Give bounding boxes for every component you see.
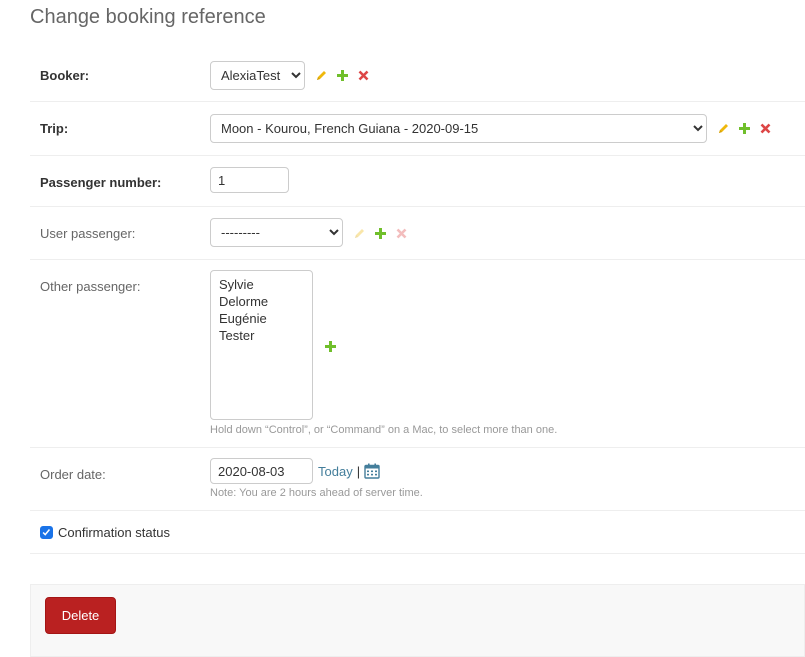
order-date-input[interactable] [210, 458, 313, 484]
user-passenger-related-actions [353, 227, 408, 240]
order-date-label: Order date: [40, 467, 106, 482]
other-passenger-option[interactable]: Eugénie Tester [219, 310, 304, 344]
plus-icon[interactable] [374, 227, 387, 240]
delete-x-icon[interactable] [759, 122, 772, 135]
pencil-icon[interactable] [315, 69, 328, 82]
pencil-icon[interactable] [717, 122, 730, 135]
other-passenger-related-actions [324, 340, 337, 353]
form-row-confirmation-status: Confirmation status [30, 511, 805, 554]
pencil-icon [353, 227, 366, 240]
trip-select[interactable]: Moon - Kourou, French Guiana - 2020-09-1… [210, 114, 707, 143]
date-shortcuts: Today | [318, 463, 380, 479]
passenger-number-label: Passenger number: [40, 175, 162, 190]
booker-label: Booker: [40, 68, 90, 83]
trip-related-actions [717, 122, 772, 135]
confirmation-label: Confirmation status [58, 525, 170, 540]
delete-button[interactable]: Delete [45, 597, 116, 634]
form-row-trip: Trip: Moon - Kourou, French Guiana - 202… [30, 102, 805, 156]
other-passenger-help-text: Hold down “Control”, or “Command” on a M… [210, 424, 558, 436]
calendar-icon[interactable] [364, 463, 380, 479]
other-passenger-label: Other passenger: [40, 279, 141, 294]
submit-row: Delete [30, 584, 805, 657]
user-passenger-select[interactable]: --------- [210, 218, 343, 247]
delete-x-icon[interactable] [357, 69, 370, 82]
form-row-booker: Booker: AlexiaTest [30, 48, 805, 102]
today-link[interactable]: Today [318, 464, 353, 479]
booker-related-actions [315, 69, 370, 82]
user-passenger-label: User passenger: [40, 226, 136, 241]
plus-icon[interactable] [738, 122, 751, 135]
passenger-number-input[interactable] [210, 167, 289, 193]
confirmation-checkbox[interactable] [40, 526, 53, 539]
form-row-passenger-number: Passenger number: [30, 156, 805, 207]
timezone-note: Note: You are 2 hours ahead of server ti… [210, 487, 423, 499]
other-passenger-option[interactable]: Sylvie Delorme [219, 276, 304, 310]
form-row-order-date: Order date: Today | Note: You are 2 hour… [30, 448, 805, 511]
shortcut-separator: | [356, 463, 361, 479]
plus-icon[interactable] [336, 69, 349, 82]
trip-label: Trip: [40, 121, 69, 136]
form-row-user-passenger: User passenger: --------- [30, 207, 805, 260]
page-title: Change booking reference [30, 6, 266, 28]
other-passenger-multiselect[interactable]: Sylvie Delorme Eugénie Tester [210, 270, 313, 420]
delete-x-icon [395, 227, 408, 240]
form-row-other-passenger: Other passenger: Sylvie Delorme Eugénie … [30, 260, 805, 448]
plus-icon[interactable] [324, 340, 337, 353]
checkmark-icon [42, 529, 51, 536]
booker-select[interactable]: AlexiaTest [210, 61, 305, 90]
